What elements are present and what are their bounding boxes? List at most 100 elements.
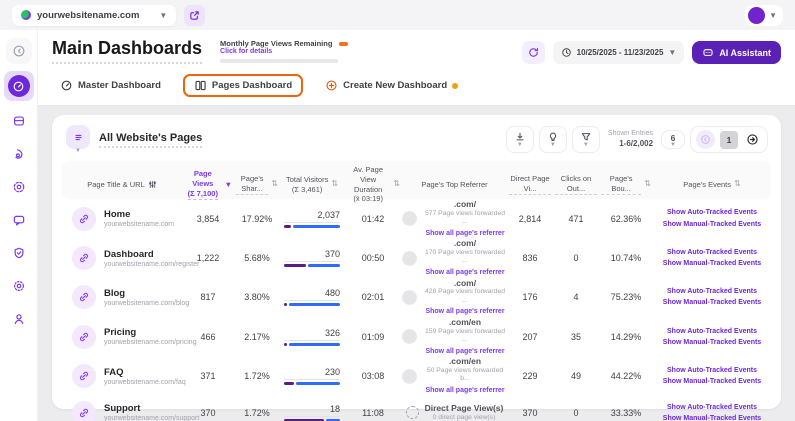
show-auto-tracked-events-link[interactable]: Show Auto-Tracked Events (653, 365, 771, 376)
visitors-bar-blue (293, 224, 340, 228)
quota-progress-bar (220, 59, 339, 63)
date-range-picker[interactable]: 10/25/2025 - 11/23/2025 ▼ (552, 41, 685, 64)
columns-icon (195, 80, 206, 91)
show-auto-tracked-events-link[interactable]: Show Auto-Tracked Events (653, 326, 771, 337)
show-all-referrers-link[interactable]: Show all page's referrer (425, 230, 504, 239)
table-body: Home yourwebsitename.com 3,854 17.92% 2,… (62, 199, 771, 421)
direct-views-value: 836 (522, 253, 538, 264)
referrer-favicon (405, 406, 419, 420)
visitors-bar (284, 264, 340, 268)
sidebar-item-dashboards[interactable] (3, 71, 34, 101)
show-manual-tracked-events-link[interactable]: Show Manual-Tracked Events (653, 337, 771, 348)
show-auto-tracked-events-link[interactable]: Show Auto-Tracked Events (653, 207, 771, 218)
sidebar-item-inbox[interactable] (6, 108, 32, 134)
total-visitors-value: 480 (284, 288, 340, 302)
show-manual-tracked-events-link[interactable]: Show Manual-Tracked Events (653, 219, 771, 230)
col-bounce-rate[interactable]: Page's Bou... ⇅ (599, 170, 653, 200)
quota-indicator-icon (339, 41, 349, 46)
col-page-views[interactable]: Page Views (Σ 7,100) ▼ (182, 165, 234, 203)
chevron-down-icon: ▼ (668, 48, 677, 57)
sidebar-item-recordings[interactable] (6, 141, 32, 167)
show-manual-tracked-events-link[interactable]: Show Manual-Tracked Events (653, 258, 771, 269)
page-views-value: 466 (200, 331, 216, 342)
page-title[interactable]: FAQ (104, 367, 186, 378)
recordings-wave-icon (14, 149, 22, 159)
referrer-title: .com/en (448, 317, 482, 328)
visitors-bar-blue (296, 382, 340, 386)
tab-master-dashboard[interactable]: Master Dashboard (54, 75, 167, 96)
visitors-bar-purple (284, 264, 307, 268)
page-title: Main Dashboards (52, 38, 203, 64)
show-all-referrers-link[interactable]: Show all page's referrer (425, 348, 504, 357)
column-sliders-icon (148, 181, 156, 188)
website-selector[interactable]: yourwebsitename.com ▼ (12, 4, 177, 26)
col-direct-views[interactable]: Direct Page Vi... (507, 170, 553, 200)
show-manual-tracked-events-link[interactable]: Show Manual-Tracked Events (653, 413, 771, 421)
quota-details-link[interactable]: Click for details (220, 48, 348, 55)
sidebar-item-settings[interactable] (6, 273, 32, 299)
tab-pages-dashboard[interactable]: Pages Dashboard (182, 74, 304, 97)
visitors-bar-purple (284, 224, 292, 228)
show-auto-tracked-events-link[interactable]: Show Auto-Tracked Events (653, 286, 771, 297)
table-row: Support yourwebsitename.com/support 370 … (62, 396, 771, 421)
show-all-referrers-link[interactable]: Show all page's referrer (425, 387, 504, 396)
website-favicon-icon (21, 10, 31, 20)
bounce-rate-value: 75.23% (610, 292, 642, 303)
show-manual-tracked-events-link[interactable]: Show Manual-Tracked Events (653, 376, 771, 387)
outbound-clicks-value: 49 (570, 371, 581, 382)
show-auto-tracked-events-link[interactable]: Show Auto-Tracked Events (653, 247, 771, 258)
visitors-bar-purple (284, 382, 295, 386)
col-page-share[interactable]: Page's Shar... ⇅ (234, 170, 280, 200)
show-manual-tracked-events-link[interactable]: Show Manual-Tracked Events (653, 297, 771, 308)
next-page-button[interactable] (743, 130, 762, 149)
integrations-orbit-icon (13, 181, 24, 193)
pagination: 1 (691, 127, 767, 152)
col-total-visitors[interactable]: Total Visitors (Σ 3,461) ⇅ (280, 171, 344, 199)
page-title[interactable]: Blog (104, 288, 189, 299)
show-all-referrers-link[interactable]: Show all page's referrer (425, 269, 504, 278)
export-button[interactable]: ▼ (506, 127, 533, 152)
page-views-value: 371 (200, 371, 216, 382)
user-menu[interactable]: ▼ (745, 4, 783, 26)
website-name: yourwebsitename.com (37, 9, 140, 21)
page-url: yourwebsitename.com (104, 221, 175, 229)
avg-duration-value: 02:01 (361, 292, 385, 303)
show-all-referrers-link[interactable]: Show all page's referrer (425, 308, 504, 317)
col-page-events[interactable]: Page's Events ⇅ (653, 175, 771, 193)
sidebar-item-feedback[interactable] (6, 207, 32, 233)
page-share-value: 5.68% (244, 253, 270, 264)
referrer-subtitle: 0 direct page view(s) (432, 413, 496, 421)
insights-button[interactable]: ▼ (539, 127, 566, 152)
shown-entries-label: Shown Entries (607, 130, 654, 138)
tab-create-new-dashboard[interactable]: Create New Dashboard (319, 75, 464, 96)
chat-icon (703, 48, 713, 56)
referrer-subtitle: 50 Page views forwarded b... (426, 367, 504, 383)
sidebar-item-integrations[interactable] (6, 174, 32, 200)
col-top-referrer[interactable]: Page's Top Referrer (402, 176, 507, 194)
sidebar-item-account[interactable] (6, 306, 32, 332)
direct-views-value: 176 (522, 292, 538, 303)
col-outbound-clicks[interactable]: Clicks on Out... (553, 170, 599, 200)
refresh-button[interactable] (521, 41, 545, 64)
chevron-down-icon: ▼ (670, 142, 676, 148)
filter-button[interactable]: ▼ (572, 127, 599, 152)
outbound-clicks-value: 0 (573, 407, 579, 418)
current-page[interactable]: 1 (720, 130, 738, 149)
visitors-bar (284, 224, 340, 228)
show-auto-tracked-events-link[interactable]: Show Auto-Tracked Events (653, 402, 771, 413)
sidebar-item-privacy[interactable] (6, 240, 32, 266)
referrer-favicon (402, 250, 417, 266)
sidebar-item-panel-toggle[interactable] (5, 38, 32, 64)
prev-page-button[interactable] (696, 130, 715, 149)
shown-entries: Shown Entries 1-6/2,002 (608, 130, 653, 149)
ai-assistant-button[interactable]: AI Assistant (692, 41, 781, 64)
open-website-button[interactable] (184, 4, 206, 26)
referrer-subtitle: 577 Page views forwarded ... (424, 209, 506, 226)
quota-widget[interactable]: Monthly Page Views Remaining Click for d… (220, 39, 349, 63)
chevron-down-icon: ▼ (159, 10, 168, 20)
page-title[interactable]: Home (104, 209, 174, 220)
col-page-title[interactable]: Page Title & URL (62, 176, 182, 194)
page-size-select[interactable]: 6 ▼ (662, 131, 684, 148)
notification-dot (452, 82, 459, 89)
table-widget-icon[interactable] (66, 125, 90, 149)
